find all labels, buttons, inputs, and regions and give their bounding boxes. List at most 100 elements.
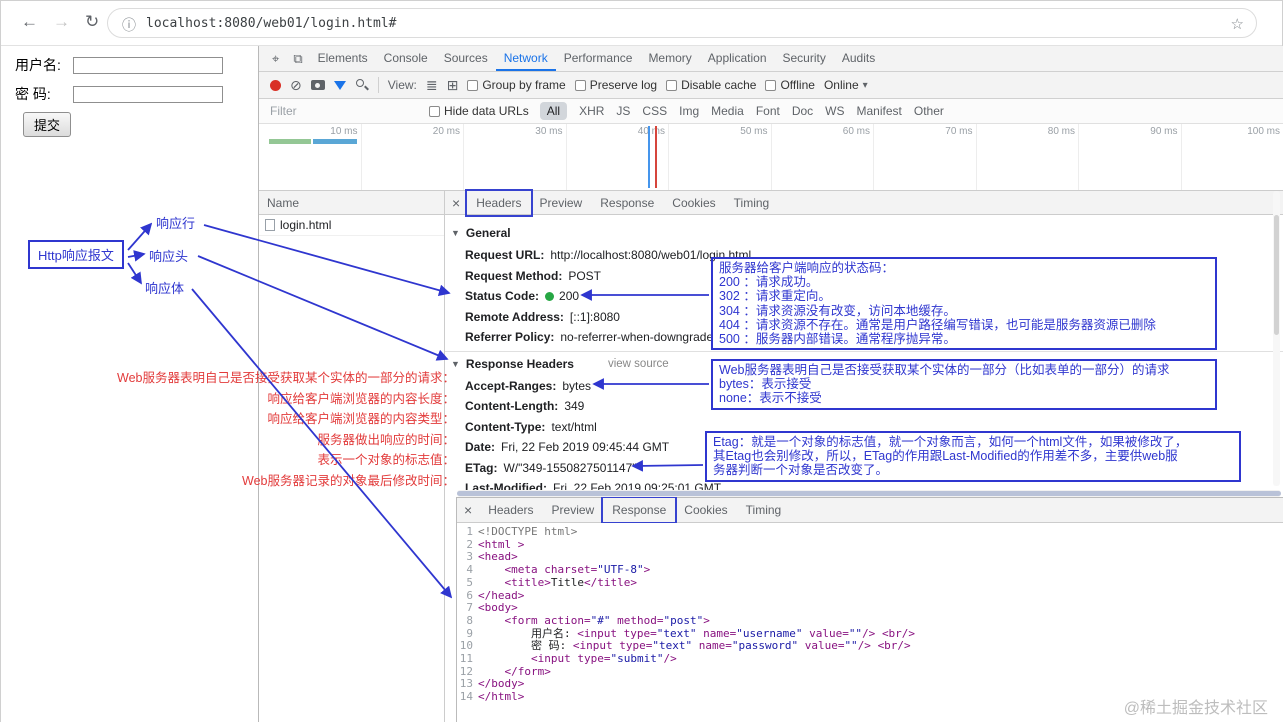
clear-icon[interactable]: ⊘: [290, 77, 302, 94]
hide-data-urls-checkbox[interactable]: [429, 105, 440, 117]
note-line: 302 ：请求重定向。: [719, 289, 831, 304]
page-info-icon[interactable]: ⓘ: [122, 15, 136, 35]
group-by-frame-checkbox[interactable]: [467, 79, 479, 91]
toolbar-separator: [377, 77, 379, 93]
preserve-log-label: Preserve log: [589, 78, 658, 92]
detail-tab-cookies[interactable]: Cookies: [675, 498, 736, 522]
detail-tab-timing[interactable]: Timing: [737, 498, 791, 522]
network-overview: 10 ms 20 ms 30 ms 40 ms 50 ms 60 ms 70 ms 80 ms…: [259, 124, 1283, 191]
password-input[interactable]: [73, 85, 223, 103]
filter-funnel-icon[interactable]: [333, 80, 346, 90]
url-bar[interactable]: ⓘ localhost:8080/web01/login.html# ☆: [107, 8, 1257, 38]
detail-tab-timing[interactable]: Timing: [725, 191, 779, 215]
timeline-tick-label: 40 ms: [637, 126, 665, 137]
devtools-tab-console[interactable]: Console: [376, 46, 436, 71]
red-note: 响应给客户端浏览器的内容长度：: [267, 391, 455, 406]
general-section-header[interactable]: ▼ General: [445, 223, 1283, 243]
device-toolbar-icon[interactable]: ⧉: [286, 51, 309, 67]
request-row[interactable]: login.html: [259, 215, 444, 236]
detail-tab-response[interactable]: Response: [601, 496, 678, 524]
filter-type-doc[interactable]: Doc: [792, 104, 813, 118]
capture-screenshots-icon[interactable]: [310, 80, 325, 90]
username-label: 用户名:: [15, 57, 61, 73]
detail-tab-headers[interactable]: Headers: [479, 498, 542, 522]
section-divider: [445, 350, 1283, 352]
filter-type-all[interactable]: All: [539, 102, 568, 120]
response-header-annotation: 响应头: [149, 249, 189, 264]
filter-type-js[interactable]: JS: [616, 104, 630, 118]
filter-type-media[interactable]: Media: [711, 104, 744, 118]
offline-option[interactable]: Offline: [765, 78, 815, 92]
devtools-tab-sources[interactable]: Sources: [436, 46, 496, 71]
timeline-tick-label: 60 ms: [842, 126, 870, 137]
code-line: 12 </form>: [457, 665, 1283, 679]
disable-cache-checkbox[interactable]: [666, 79, 678, 91]
throttling-select[interactable]: Online ▾: [824, 78, 868, 92]
devtools-tab-application[interactable]: Application: [700, 46, 775, 71]
preserve-log-option[interactable]: Preserve log: [574, 78, 658, 92]
header-value: Fri, 22 Feb 2019 09:45:44 GMT: [501, 440, 670, 455]
filter-type-manifest[interactable]: Manifest: [857, 104, 902, 118]
timeline-column: 20 ms: [362, 124, 464, 190]
filter-type-xhr[interactable]: XHR: [579, 104, 604, 118]
view-source-link[interactable]: view source: [608, 358, 669, 370]
code-line: 13 </body>: [457, 678, 1283, 691]
search-icon[interactable]: [355, 78, 369, 92]
username-row: 用户名:: [15, 55, 258, 75]
horizontal-scrollbar-thumb[interactable]: [457, 491, 1281, 496]
devtools-tab-audits[interactable]: Audits: [834, 46, 883, 71]
filter-type-font[interactable]: Font: [756, 104, 780, 118]
header-value: bytes: [562, 378, 592, 393]
detail-tab-preview[interactable]: Preview: [531, 191, 592, 215]
filter-input[interactable]: [270, 104, 418, 118]
code-line: 1 <!DOCTYPE html>: [457, 525, 1283, 539]
view-grid-icon[interactable]: ⊞: [447, 77, 459, 94]
detail-tab-headers[interactable]: Headers: [465, 188, 533, 217]
header-value: [::1]:8080: [569, 309, 620, 324]
devtools-tab-memory[interactable]: Memory: [640, 46, 699, 71]
timeline-column: 30 ms: [464, 124, 567, 190]
detail-tab-response[interactable]: Response: [591, 191, 663, 215]
close-icon[interactable]: ×: [457, 502, 479, 518]
devtools-tab-elements[interactable]: Elements: [310, 46, 376, 71]
detail-tab-bar: × Headers Preview Response Cookies Timing: [445, 188, 1283, 217]
timeline-column: 90 ms: [1079, 124, 1182, 190]
filter-type-img[interactable]: Img: [679, 104, 699, 118]
hide-data-urls-option[interactable]: Hide data URLs: [429, 104, 529, 118]
bookmark-star-icon[interactable]: ☆: [1231, 15, 1244, 33]
devtools-tab-bar: ⌖ ⧉ Elements Console Sources Network Perform…: [259, 46, 1283, 72]
submit-button[interactable]: 提交: [23, 112, 72, 137]
devtools-tab-network[interactable]: Network: [496, 46, 556, 71]
inspect-element-icon[interactable]: ⌖: [265, 51, 286, 67]
preserve-log-checkbox[interactable]: [574, 79, 586, 91]
filter-type-css[interactable]: CSS: [642, 104, 667, 118]
detail-tab-preview[interactable]: Preview: [543, 498, 604, 522]
group-by-frame-label: Group by frame: [482, 78, 566, 92]
disable-cache-option[interactable]: Disable cache: [666, 78, 756, 92]
record-icon[interactable]: [270, 79, 281, 91]
name-column-header[interactable]: Name: [259, 191, 444, 215]
view-list-icon[interactable]: ≣: [426, 77, 438, 94]
devtools-tab-performance[interactable]: Performance: [556, 46, 641, 71]
header-key: Request URL:: [465, 248, 545, 263]
group-by-frame-option[interactable]: Group by frame: [467, 78, 566, 92]
filter-type-other[interactable]: Other: [914, 104, 944, 118]
response-tab-bar: × Headers Preview Response Cookies Timing: [457, 496, 1283, 524]
header-value: text/html: [551, 419, 597, 434]
close-icon[interactable]: ×: [445, 195, 467, 211]
url-text[interactable]: localhost:8080/web01/login.html#: [146, 16, 396, 31]
reload-icon[interactable]: ↻: [85, 12, 99, 32]
header-value: W/"349-1550827501147": [503, 460, 637, 475]
offline-checkbox[interactable]: [765, 79, 777, 91]
devtools-tab-security[interactable]: Security: [775, 46, 834, 71]
code-line: 11 <input type="submit"/>: [457, 652, 1283, 666]
browser-toolbar: ← → ↻ ⓘ localhost:8080/web01/login.html#…: [1, 1, 1282, 46]
forward-icon[interactable]: →: [53, 12, 70, 32]
header-key: Date:: [465, 440, 496, 455]
username-input[interactable]: [73, 56, 223, 74]
detail-tab-cookies[interactable]: Cookies: [663, 191, 724, 215]
password-row: 密 码:: [15, 84, 258, 104]
filter-type-ws[interactable]: WS: [825, 104, 844, 118]
back-icon[interactable]: ←: [21, 12, 38, 32]
vertical-scrollbar-thumb[interactable]: [1274, 215, 1279, 335]
